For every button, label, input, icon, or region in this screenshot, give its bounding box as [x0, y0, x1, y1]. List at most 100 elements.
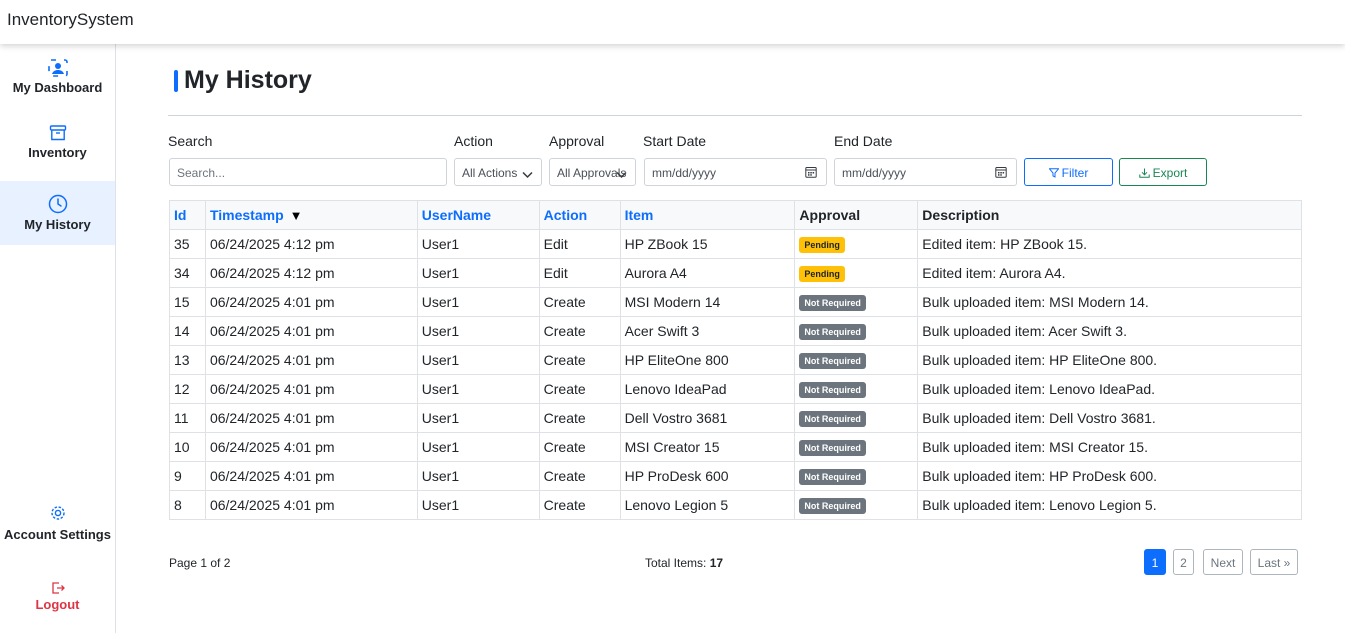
column-header-item[interactable]: Item — [619, 200, 796, 230]
filter-button-label: Filter — [1061, 166, 1089, 180]
sidebar-item-my-history[interactable]: My History — [0, 181, 115, 245]
sidebar-item-label: Inventory — [28, 145, 87, 160]
table-body: 35 06/24/2025 4:12 pm User1 Edit HP ZBook 15… — [169, 229, 1302, 520]
cell-item: Aurora A4 — [619, 258, 796, 288]
cell-timestamp: 06/24/2025 4:01 pm — [204, 490, 418, 520]
cell-id: 12 — [169, 374, 206, 404]
gear-icon — [0, 504, 115, 522]
pagination-page-1[interactable]: 1 — [1144, 549, 1166, 575]
pagination-page-2[interactable]: 2 — [1173, 549, 1194, 575]
history-table: Id Timestamp ▼ UserName Action Item Appro… — [169, 200, 1302, 520]
cell-timestamp: 06/24/2025 4:01 pm — [204, 374, 418, 404]
cell-approval: Not Required — [794, 403, 919, 433]
cell-action: Edit — [538, 229, 621, 259]
pagination-next[interactable]: Next — [1203, 549, 1243, 575]
search-input[interactable]: Search... — [169, 158, 447, 186]
cell-id: 11 — [169, 403, 206, 433]
cell-id: 14 — [169, 316, 206, 346]
column-header-timestamp[interactable]: Timestamp ▼ — [204, 200, 418, 230]
cell-description: Edited item: HP ZBook 15. — [917, 229, 1302, 259]
approval-select[interactable]: All Approvals — [549, 158, 636, 186]
cell-user: User1 — [416, 432, 540, 462]
cell-user: User1 — [416, 374, 540, 404]
app-brand[interactable]: InventorySystem — [7, 10, 134, 30]
person-badge-icon — [0, 59, 115, 77]
table-row: 15 06/24/2025 4:01 pm User1 Create MSI Moder… — [169, 287, 1302, 317]
cell-item: Acer Swift 3 — [619, 316, 796, 346]
cell-timestamp: 06/24/2025 4:12 pm — [204, 229, 418, 259]
header-label: Id — [174, 207, 187, 223]
header-label: Approval — [799, 207, 861, 223]
status-badge: Not Required — [799, 382, 866, 398]
end-date-input[interactable]: mm/dd/yyyy — [834, 158, 1017, 186]
divider — [168, 115, 1302, 116]
filter-button[interactable]: Filter — [1024, 158, 1113, 186]
cell-approval: Not Required — [794, 374, 919, 404]
table-row: 12 06/24/2025 4:01 pm User1 Create Lenovo Id… — [169, 374, 1302, 404]
table-row: 14 06/24/2025 4:01 pm User1 Create Acer Swif… — [169, 316, 1302, 346]
download-icon — [1138, 166, 1153, 180]
cell-item: MSI Modern 14 — [619, 287, 796, 317]
action-select[interactable]: All Actions — [454, 158, 542, 186]
title-accent-bar — [174, 70, 178, 92]
cell-item: HP ZBook 15 — [619, 229, 796, 259]
cell-user: User1 — [416, 287, 540, 317]
cell-user: User1 — [416, 461, 540, 491]
cell-action: Create — [538, 461, 621, 491]
status-badge: Not Required — [799, 469, 866, 485]
calendar-icon[interactable] — [805, 166, 817, 181]
cell-item: HP ProDesk 600 — [619, 461, 796, 491]
cell-approval: Not Required — [794, 316, 919, 346]
table-row: 34 06/24/2025 4:12 pm User1 Edit Aurora A4 Pe… — [169, 258, 1302, 288]
column-header-description: Description — [917, 200, 1302, 230]
table-row: 9 06/24/2025 4:01 pm User1 Create HP ProDesk… — [169, 461, 1302, 491]
export-button[interactable]: Export — [1119, 158, 1207, 186]
total-items: Total Items: 17 — [645, 556, 723, 570]
archive-icon — [0, 124, 115, 142]
table-row: 35 06/24/2025 4:12 pm User1 Edit HP ZBook 15… — [169, 229, 1302, 259]
column-header-action[interactable]: Action — [538, 200, 621, 230]
column-header-approval: Approval — [794, 200, 919, 230]
cell-approval: Not Required — [794, 461, 919, 491]
cell-description: Bulk uploaded item: MSI Modern 14. — [917, 287, 1302, 317]
table-row: 8 06/24/2025 4:01 pm User1 Create Lenovo Leg… — [169, 490, 1302, 520]
cell-description: Bulk uploaded item: Dell Vostro 3681. — [917, 403, 1302, 433]
sidebar-item-logout[interactable]: Logout — [0, 582, 115, 622]
calendar-icon[interactable] — [995, 166, 1007, 181]
column-header-username[interactable]: UserName — [416, 200, 540, 230]
status-badge: Not Required — [799, 324, 866, 340]
cell-timestamp: 06/24/2025 4:01 pm — [204, 432, 418, 462]
total-items-label: Total Items: — [645, 556, 707, 570]
cell-user: User1 — [416, 258, 540, 288]
funnel-icon — [1048, 166, 1062, 180]
sort-desc-icon: ▼ — [289, 208, 303, 223]
cell-approval: Not Required — [794, 287, 919, 317]
cell-action: Create — [538, 490, 621, 520]
header-label: Timestamp — [209, 207, 284, 223]
cell-id: 13 — [169, 345, 206, 375]
status-badge: Pending — [799, 266, 845, 282]
cell-id: 9 — [169, 461, 206, 491]
action-select-value: All Actions — [462, 166, 518, 180]
table-header-row: Id Timestamp ▼ UserName Action Item Appro… — [169, 200, 1302, 230]
header-label: Action — [543, 207, 588, 223]
header-label: Item — [624, 207, 654, 223]
sidebar-item-my-dashboard[interactable]: My Dashboard — [0, 59, 115, 109]
cell-action: Create — [538, 403, 621, 433]
cell-item: MSI Creator 15 — [619, 432, 796, 462]
start-date-placeholder: mm/dd/yyyy — [652, 166, 717, 180]
sidebar-item-inventory[interactable]: Inventory — [0, 124, 115, 174]
cell-action: Create — [538, 432, 621, 462]
cell-description: Edited item: Aurora A4. — [917, 258, 1302, 288]
cell-user: User1 — [416, 490, 540, 520]
cell-timestamp: 06/24/2025 4:12 pm — [204, 258, 418, 288]
cell-id: 34 — [169, 258, 206, 288]
action-label: Action — [454, 133, 493, 149]
status-badge: Not Required — [799, 411, 866, 427]
sidebar-item-account-settings[interactable]: Account Settings — [0, 504, 115, 564]
sidebar-item-label: Account Settings — [4, 527, 111, 542]
pagination-last[interactable]: Last » — [1250, 549, 1298, 575]
start-date-input[interactable]: mm/dd/yyyy — [644, 158, 827, 186]
cell-timestamp: 06/24/2025 4:01 pm — [204, 461, 418, 491]
column-header-id[interactable]: Id — [169, 200, 206, 230]
